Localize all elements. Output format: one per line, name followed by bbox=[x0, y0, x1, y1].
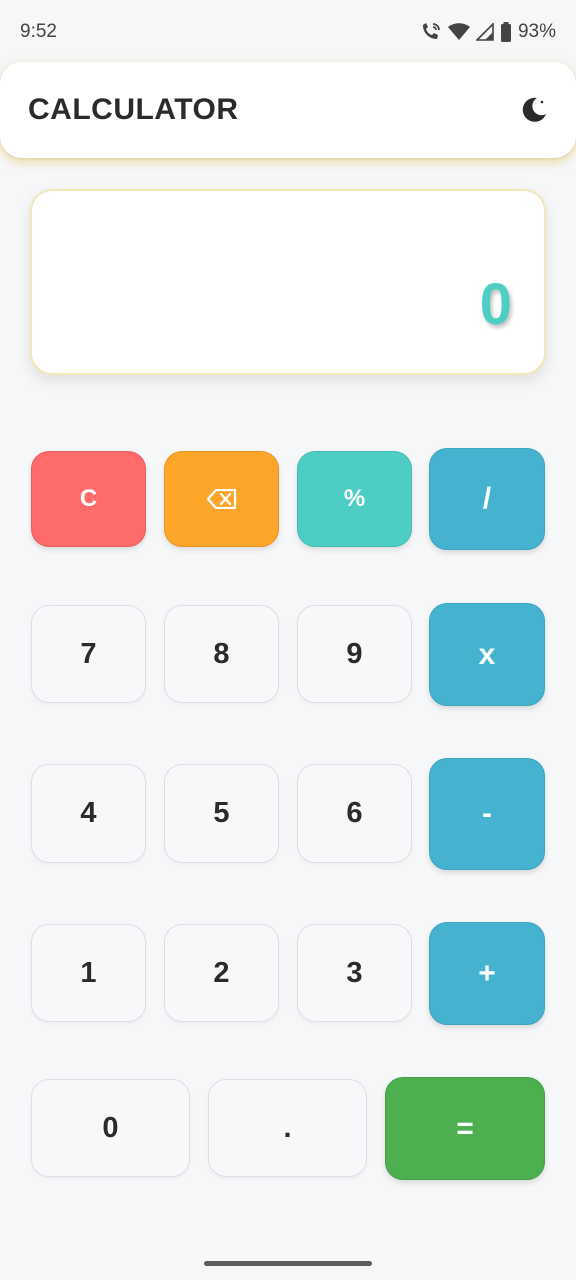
signal-icon bbox=[475, 23, 494, 41]
equals-button[interactable]: = bbox=[385, 1077, 545, 1180]
digit-8-label: 8 bbox=[213, 637, 230, 670]
divide-button-label: / bbox=[482, 482, 492, 515]
backspace-button[interactable] bbox=[164, 451, 279, 547]
digit-9-button[interactable]: 9 bbox=[297, 605, 412, 703]
theme-toggle-button[interactable] bbox=[514, 90, 554, 130]
divide-button[interactable]: / bbox=[429, 448, 545, 550]
digit-1-label: 1 bbox=[80, 956, 97, 989]
digit-8-button[interactable]: 8 bbox=[164, 605, 279, 703]
app-header: CALCULATOR bbox=[0, 62, 576, 158]
subtract-button-label: - bbox=[482, 797, 492, 830]
add-button[interactable]: + bbox=[429, 922, 545, 1025]
digit-1-button[interactable]: 1 bbox=[31, 924, 146, 1022]
digit-7-label: 7 bbox=[80, 637, 97, 670]
decimal-button[interactable]: . bbox=[208, 1079, 367, 1177]
digit-5-label: 5 bbox=[213, 797, 230, 829]
decimal-button-label: . bbox=[283, 1111, 292, 1144]
multiply-button-label: x bbox=[478, 637, 496, 671]
clear-button[interactable]: C bbox=[31, 451, 146, 547]
digit-3-label: 3 bbox=[346, 956, 363, 989]
equals-button-label: = bbox=[456, 1111, 474, 1145]
add-button-label: + bbox=[478, 956, 496, 990]
status-bar: 9:52 93% bbox=[0, 0, 576, 64]
percent-button-label: % bbox=[343, 485, 366, 512]
wifi-calling-icon bbox=[420, 22, 442, 42]
digit-3-button[interactable]: 3 bbox=[297, 924, 412, 1022]
moon-icon bbox=[520, 96, 548, 124]
battery-percentage: 93% bbox=[517, 21, 556, 42]
digit-2-label: 2 bbox=[213, 956, 230, 989]
status-time: 9:52 bbox=[20, 21, 57, 42]
clear-button-label: C bbox=[79, 485, 98, 512]
home-indicator[interactable] bbox=[204, 1261, 372, 1266]
digit-4-button[interactable]: 4 bbox=[31, 764, 146, 863]
digit-9-label: 9 bbox=[346, 637, 363, 670]
digit-5-button[interactable]: 5 bbox=[164, 764, 279, 863]
display-value: 0 bbox=[479, 272, 512, 337]
multiply-button[interactable]: x bbox=[429, 603, 545, 706]
subtract-button[interactable]: - bbox=[429, 758, 545, 870]
digit-0-button[interactable]: 0 bbox=[31, 1079, 190, 1177]
digit-0-label: 0 bbox=[102, 1111, 119, 1144]
digit-2-button[interactable]: 2 bbox=[164, 924, 279, 1022]
app-title: CALCULATOR bbox=[28, 93, 239, 126]
digit-7-button[interactable]: 7 bbox=[31, 605, 146, 703]
battery-icon bbox=[500, 22, 512, 42]
wifi-icon bbox=[447, 23, 470, 41]
digit-6-label: 6 bbox=[346, 797, 363, 829]
calculator-display: 0 bbox=[30, 189, 546, 375]
digit-4-label: 4 bbox=[80, 797, 97, 829]
status-icons: 93% bbox=[420, 21, 556, 43]
percent-button[interactable]: % bbox=[297, 451, 412, 547]
digit-6-button[interactable]: 6 bbox=[297, 764, 412, 863]
backspace-icon bbox=[206, 489, 237, 509]
